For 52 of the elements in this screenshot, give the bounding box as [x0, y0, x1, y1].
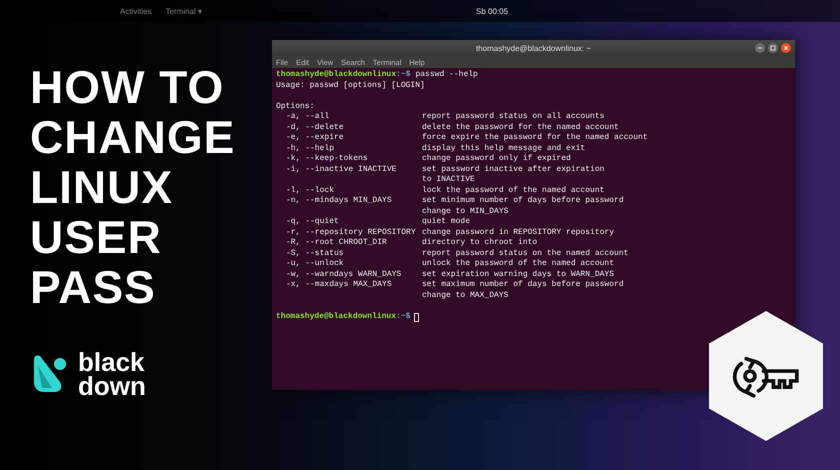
option-name: -i, --inactive INACTIVE	[286, 164, 398, 175]
headline-line: CHANGE	[30, 112, 236, 162]
option-description: lock the password of the named account	[422, 186, 604, 196]
option-description: report password status on the named account	[422, 248, 628, 259]
option-description: directory to chroot into	[422, 238, 538, 248]
prompt-text: thomashyde@blackdownlinux:~$	[276, 70, 410, 80]
close-icon[interactable]	[781, 43, 791, 53]
option-description: quiet mode	[422, 217, 470, 228]
option-name: -l, --lock	[286, 186, 336, 196]
headline-line: USER	[30, 212, 163, 262]
option-name: -q, --quiet	[286, 217, 340, 228]
option-description: unlock the password of the named account	[422, 259, 614, 270]
app-menu[interactable]: Terminal ▾	[166, 6, 202, 16]
option-name: -w, --warndays WARN_DAYS	[286, 270, 402, 280]
option-name: -n, --mindays MIN_DAYS	[286, 196, 393, 206]
logo-text: black	[78, 350, 146, 374]
maximize-icon[interactable]	[768, 43, 778, 53]
option-description: change to MIN_DAYS	[422, 206, 508, 217]
option-name: -R, --root CHROOT_DIR	[286, 238, 388, 248]
activities-button[interactable]: Activities	[120, 6, 152, 16]
option-description: change to MAX_DAYS	[422, 290, 508, 301]
option-description: set maximum number of days before password	[422, 280, 624, 290]
option-name: -r, --repository REPOSITORY	[286, 228, 417, 238]
option-name: -a, --all	[286, 112, 330, 122]
headline-line: HOW TO	[30, 62, 226, 112]
headline-line: LINUX	[30, 162, 174, 212]
command-text: passwd --help	[415, 70, 478, 80]
option-name: -h, --help	[286, 144, 336, 154]
option-name: -d, --delete	[286, 122, 345, 133]
option-description: change password only if expired	[422, 154, 571, 164]
option-description: to INACTIVE	[422, 175, 475, 186]
option-description: display this help message and exit	[422, 144, 586, 154]
option-description: change password in REPOSITORY repository	[422, 228, 614, 238]
option-description: set password inactive after expiration	[422, 164, 604, 175]
option-description: set expiration warning days to WARN_DAYS	[422, 270, 614, 280]
logo-text: down	[78, 374, 146, 398]
option-description: report password status on all accounts	[422, 112, 604, 122]
minimize-icon[interactable]	[755, 43, 765, 53]
option-name: -k, --keep-tokens	[286, 154, 369, 164]
option-description: force expire the password for the named account	[422, 133, 648, 144]
option-description: set minimum number of days before password	[422, 196, 624, 206]
window-title: thomashyde@blackdownlinux: ~	[476, 44, 592, 52]
option-name: -S, --status	[286, 248, 345, 259]
option-name: -e, --expire	[286, 133, 345, 144]
output-text: Usage: passwd [options] [LOGIN]	[276, 80, 425, 91]
option-name: -x, --maxdays MAX_DAYS	[286, 280, 393, 290]
prompt-text: thomashyde@blackdownlinux:~$	[276, 312, 410, 322]
option-description: delete the password for the named account	[422, 122, 619, 133]
option-name: -u, --unlock	[286, 259, 345, 270]
clock: Sb 00:05	[476, 6, 508, 16]
output-text: Options:	[276, 102, 314, 112]
headline-line: PASS	[30, 262, 157, 312]
